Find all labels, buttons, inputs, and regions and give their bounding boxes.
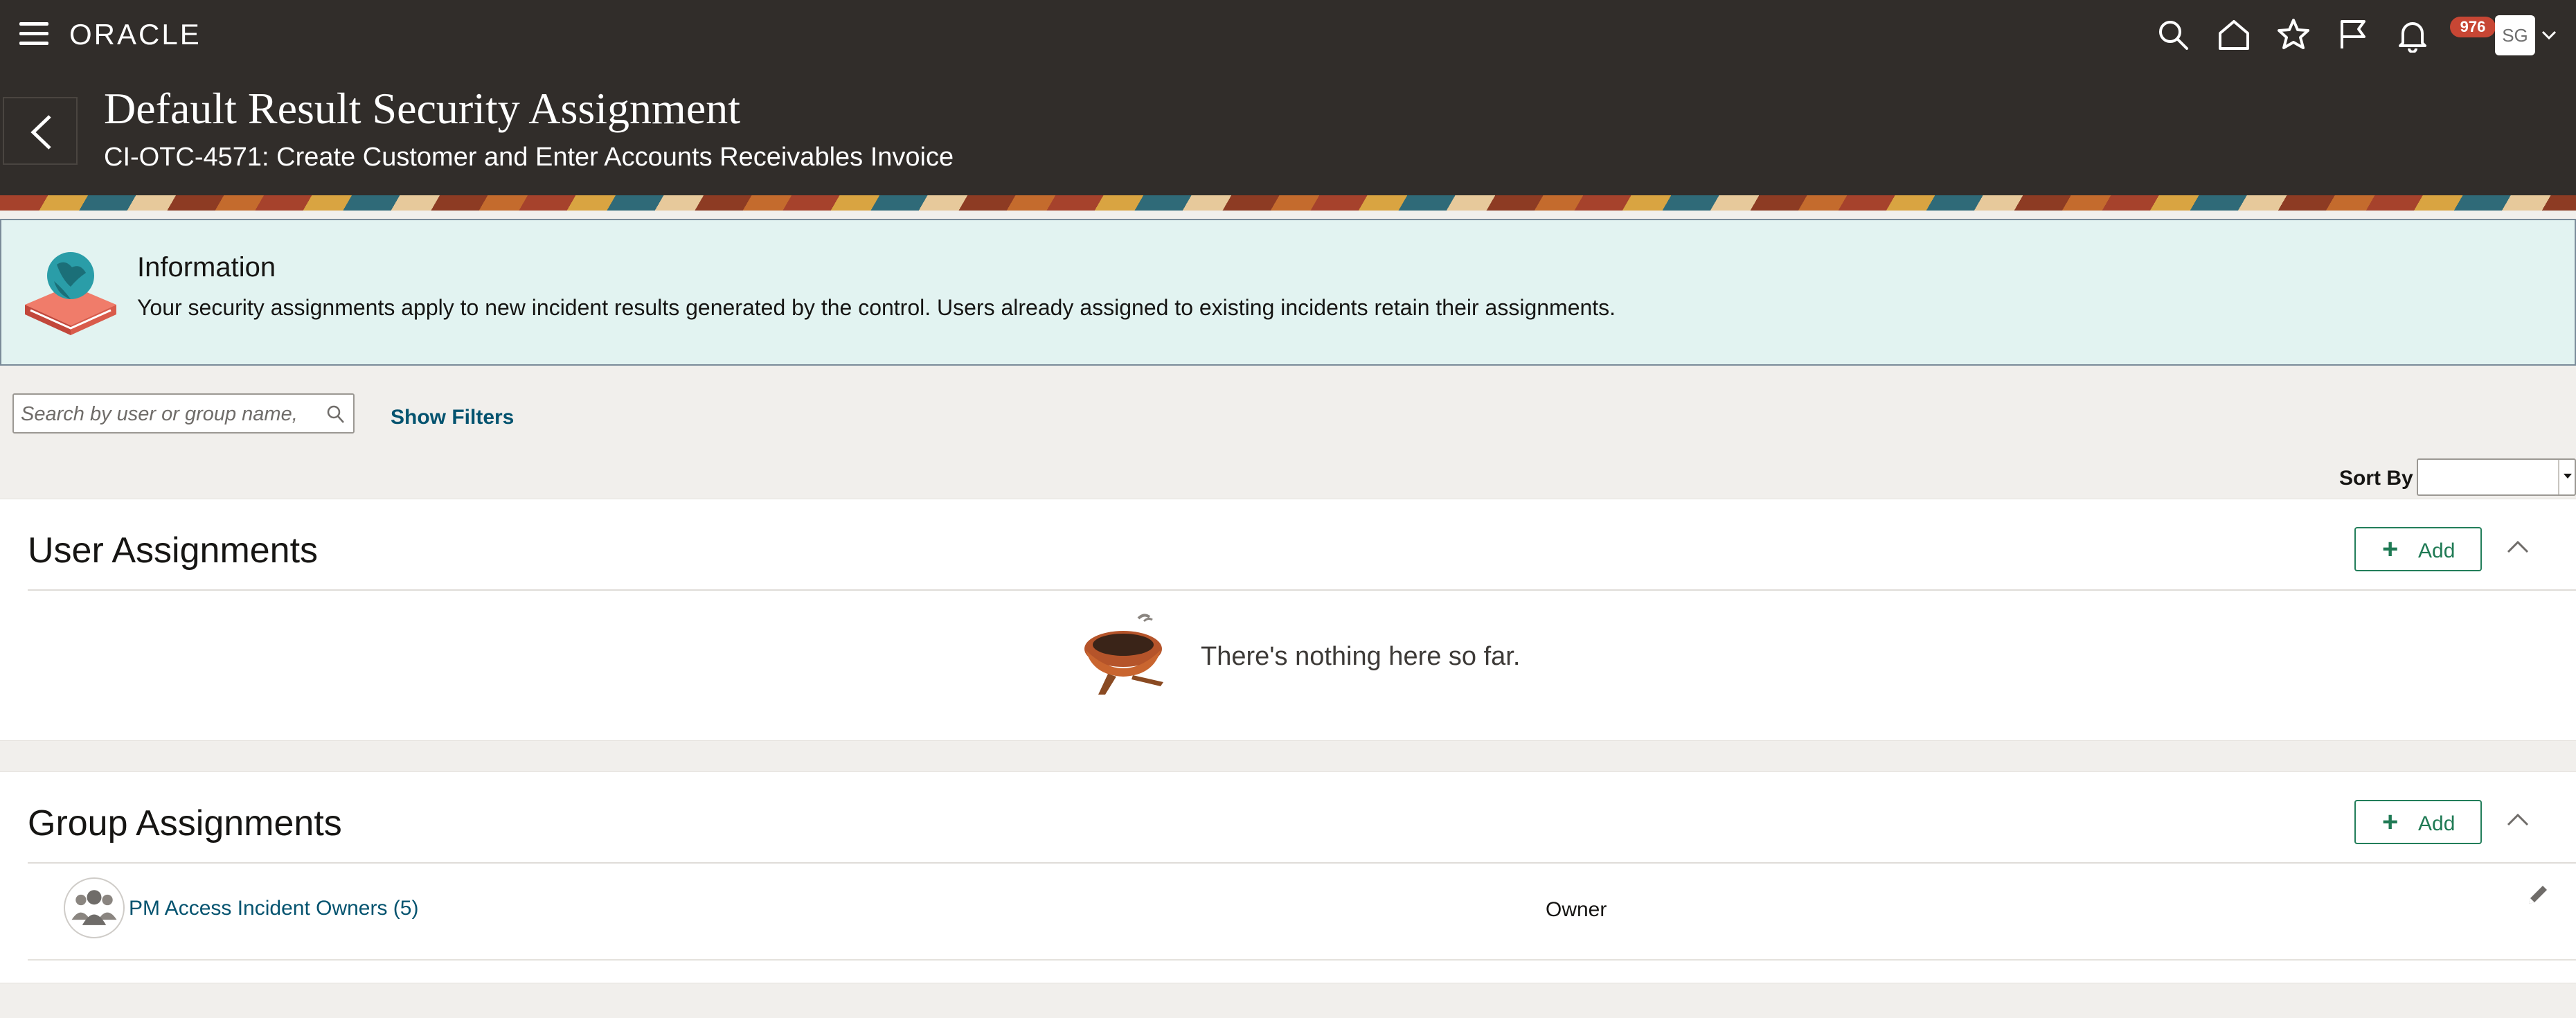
add-user-button[interactable]: + Add <box>2354 527 2482 571</box>
collapse-group-assignments-button[interactable] <box>2501 805 2534 833</box>
star-icon[interactable] <box>2275 17 2311 53</box>
collapse-user-assignments-button[interactable] <box>2501 533 2534 560</box>
global-header: ORACLE 976 SG <box>0 0 2576 69</box>
add-group-button[interactable]: + Add <box>2354 800 2482 844</box>
information-message: Information Your security assignments ap… <box>0 219 2576 366</box>
sort-by-select[interactable] <box>2417 458 2576 496</box>
chevron-down-icon[interactable] <box>2540 26 2558 44</box>
page-subtitle: CI-OTC-4571: Create Customer and Enter A… <box>104 143 954 172</box>
divider <box>28 862 2576 864</box>
information-text: Your security assignments apply to new i… <box>137 295 1616 320</box>
back-button[interactable] <box>3 97 78 165</box>
information-title: Information <box>137 252 276 283</box>
dropdown-arrow-icon[interactable] <box>2558 460 2575 494</box>
notification-badge: 976 <box>2450 17 2496 37</box>
divider <box>28 589 2576 591</box>
chevron-up-icon <box>2507 540 2529 553</box>
flag-icon[interactable] <box>2335 17 2371 53</box>
sort-by-label: Sort By <box>2339 467 2413 490</box>
add-group-button-label: Add <box>2418 812 2456 835</box>
group-avatar-icon <box>64 877 125 938</box>
group-role: Owner <box>1546 898 1607 921</box>
search-input[interactable] <box>21 400 312 428</box>
chevron-left-icon <box>30 115 51 150</box>
page-title: Default Result Security Assignment <box>104 84 740 133</box>
empty-nest-icon <box>1084 614 1163 695</box>
home-icon[interactable] <box>2216 17 2252 53</box>
book-globe-icon <box>25 252 116 335</box>
plus-icon: + <box>2382 807 2399 837</box>
group-assignments-panel: Group Assignments + Add PM Access Incide… <box>0 771 2576 983</box>
page-header: Default Result Security Assignment CI-OT… <box>0 69 2576 195</box>
pencil-icon[interactable] <box>2523 882 2551 909</box>
menu-icon[interactable] <box>19 22 48 46</box>
user-assignments-title: User Assignments <box>28 530 319 571</box>
empty-state-message: There's nothing here so far. <box>1201 642 1521 671</box>
group-assignments-title: Group Assignments <box>28 803 342 843</box>
divider <box>28 959 2576 961</box>
chevron-up-icon <box>2507 813 2529 826</box>
search-icon[interactable] <box>324 403 348 427</box>
decorative-banner <box>0 195 2576 211</box>
show-filters-link[interactable]: Show Filters <box>391 406 514 429</box>
user-assignments-panel: User Assignments + Add There's nothing h… <box>0 499 2576 741</box>
user-avatar[interactable]: SG <box>2495 15 2535 55</box>
add-user-button-label: Add <box>2418 539 2456 562</box>
oracle-logo[interactable]: ORACLE <box>69 18 202 51</box>
group-name-link[interactable]: PM Access Incident Owners (5) <box>129 897 418 920</box>
bell-icon[interactable] <box>2395 17 2431 53</box>
search-field[interactable] <box>12 393 355 434</box>
plus-icon: + <box>2382 534 2399 564</box>
search-icon[interactable] <box>2155 17 2191 53</box>
